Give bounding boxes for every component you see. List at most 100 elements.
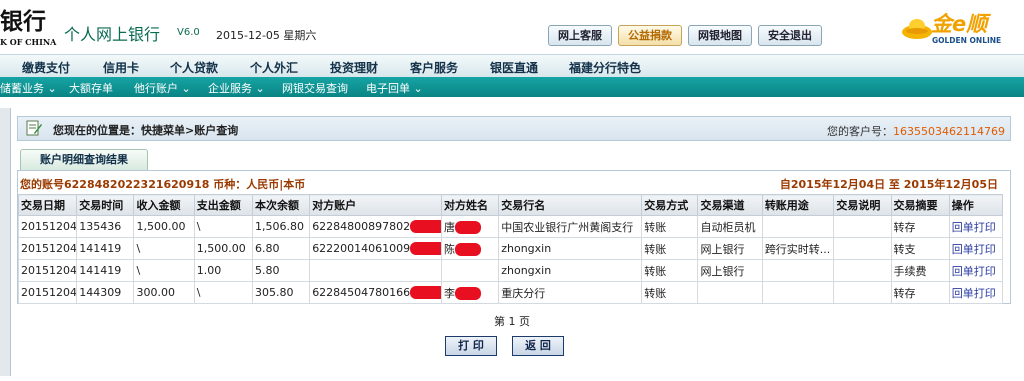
left-sidebar-collapsed[interactable] bbox=[0, 108, 11, 376]
back-button[interactable]: 返 回 bbox=[512, 336, 564, 356]
charity-donation-button[interactable]: 公益捐款 bbox=[618, 25, 682, 46]
cell-text: 转存 bbox=[893, 286, 916, 300]
cell-text: 转账 bbox=[644, 220, 667, 234]
redaction-mark bbox=[410, 286, 441, 300]
cell-text: 135436 bbox=[79, 220, 122, 233]
cell-expense: \ bbox=[193, 281, 253, 304]
account-info: 您的账号6228482022321620918 币种：人民币|本币 bbox=[20, 178, 306, 191]
cell-text[interactable]: 回单打印 bbox=[952, 287, 996, 300]
cell-text: zhongxin bbox=[501, 242, 552, 255]
cell-purpose bbox=[761, 215, 835, 238]
subnav-e-receipt[interactable]: 电子回单 ⌄ bbox=[366, 80, 423, 96]
cell-channel: 网上银行 bbox=[697, 237, 763, 260]
cell-text[interactable]: 回单打印 bbox=[952, 243, 996, 256]
cell-text: \ bbox=[136, 264, 141, 277]
system-version: V6.0 bbox=[177, 27, 200, 38]
column-header: 交易渠道 bbox=[697, 194, 763, 216]
sub-nav: 储蓄业务 ⌄ 大额存单 他行账户 ⌄ 企业服务 ⌄ 网银交易查询 电子回单 ⌄ bbox=[0, 77, 1024, 97]
cell-expense: 1,500.00 bbox=[193, 237, 253, 260]
cell-text: 20151204 bbox=[21, 220, 77, 233]
cell-text[interactable]: 回单打印 bbox=[952, 221, 996, 234]
transaction-table: 交易日期 交易时间 收入金额 支出金额 本次余额 对方账户 对方姓名 交易行名 交易方式 交易渠道… bbox=[17, 194, 1004, 304]
nav-item-credit-card[interactable]: 信用卡 bbox=[103, 59, 139, 76]
cell-name: 李 bbox=[440, 281, 500, 304]
cell-date: 20151204 bbox=[17, 215, 78, 238]
cell-action[interactable]: 回单打印 bbox=[948, 215, 1004, 238]
cell-text: 1,500.00 bbox=[136, 220, 186, 233]
cell-text: 李 bbox=[444, 286, 455, 300]
cell-note bbox=[833, 259, 892, 282]
redaction-mark bbox=[410, 220, 441, 234]
golden-online-logo: 金e顺 GOLDEN ONLINE bbox=[893, 6, 1023, 50]
cell-text: 6.80 bbox=[254, 242, 280, 255]
document-edit-icon bbox=[26, 120, 42, 136]
nav-item-fujian[interactable]: 福建分行特色 bbox=[569, 59, 641, 76]
current-date: 2015-12-05 星期六 bbox=[216, 29, 317, 42]
cell-text: 62284504780166 bbox=[312, 285, 411, 299]
cell-note bbox=[833, 215, 892, 238]
cell-text: 141419 bbox=[79, 242, 122, 255]
cell-text: 转账 bbox=[644, 286, 667, 300]
column-header: 交易说明 bbox=[833, 194, 892, 216]
cell-name: 唐 bbox=[440, 215, 500, 238]
redaction-mark bbox=[455, 243, 481, 256]
customer-number-value: 1635503462114769 bbox=[893, 125, 1005, 138]
subnav-transaction-query[interactable]: 网银交易查询 bbox=[282, 80, 348, 96]
cell-income: 1,500.00 bbox=[133, 215, 195, 238]
breadcrumb: 您现在的位置是：快捷菜单>账户查询 bbox=[53, 124, 239, 137]
nav-item-payment[interactable]: 缴费支付 bbox=[22, 59, 70, 76]
cell-summary: 手续费 bbox=[890, 259, 950, 282]
cell-channel: 网上银行 bbox=[697, 259, 763, 282]
customer-number-label: 您的客户号： bbox=[827, 125, 894, 138]
cell-text: 手续费 bbox=[893, 264, 927, 278]
subnav-large-deposit[interactable]: 大额存单 bbox=[69, 80, 113, 96]
cell-text: 20151204 bbox=[21, 264, 77, 277]
subnav-other-bank[interactable]: 他行账户 ⌄ bbox=[134, 80, 191, 96]
online-service-button[interactable]: 网上客服 bbox=[548, 25, 612, 46]
cell-text: 转支 bbox=[893, 242, 916, 256]
nav-item-customer-service[interactable]: 客户服务 bbox=[410, 59, 458, 76]
nav-item-medical[interactable]: 银医直通 bbox=[490, 59, 538, 76]
cell-text: 62220014061009 bbox=[312, 241, 411, 255]
cell-text: 1,506.80 bbox=[254, 220, 304, 233]
nav-item-forex[interactable]: 个人外汇 bbox=[250, 59, 298, 76]
cell-time: 135436 bbox=[76, 215, 135, 238]
cell-name bbox=[440, 259, 500, 282]
column-header: 转账用途 bbox=[761, 194, 835, 216]
cell-balance: 6.80 bbox=[251, 237, 311, 260]
nav-item-personal-loan[interactable]: 个人贷款 bbox=[170, 59, 218, 76]
cell-text: 中国农业银行广州黄阁支行 bbox=[501, 220, 634, 234]
cell-expense: \ bbox=[193, 215, 253, 238]
cell-action[interactable]: 回单打印 bbox=[948, 259, 1004, 282]
column-header: 交易时间 bbox=[76, 194, 135, 216]
tab-account-detail-result[interactable]: 账户明细查询结果 bbox=[20, 149, 148, 170]
logout-button[interactable]: 安全退出 bbox=[758, 25, 822, 46]
cell-summary: 转支 bbox=[890, 237, 950, 260]
cell-text: 陈 bbox=[444, 242, 455, 256]
cell-text[interactable]: 回单打印 bbox=[952, 265, 996, 278]
column-header: 本次余额 bbox=[251, 194, 311, 216]
cell-income: 300.00 bbox=[133, 281, 195, 304]
cell-account: 62220014061009 bbox=[309, 237, 442, 260]
cell-action[interactable]: 回单打印 bbox=[948, 281, 1004, 304]
subnav-savings[interactable]: 储蓄业务 ⌄ bbox=[0, 80, 57, 96]
bank-map-button[interactable]: 网银地图 bbox=[688, 25, 752, 46]
cell-balance: 305.80 bbox=[251, 281, 311, 304]
pagination: 第 1 页 bbox=[494, 315, 530, 328]
column-header: 交易日期 bbox=[17, 194, 78, 216]
cell-action[interactable]: 回单打印 bbox=[948, 237, 1004, 260]
account-summary: 您的账号6228482022321620918 币种：人民币|本币 自2015年… bbox=[18, 176, 998, 193]
cell-channel: 自动柜员机 bbox=[697, 215, 763, 238]
bank-logo-english: K OF CHINA bbox=[0, 37, 57, 47]
nav-item-investment[interactable]: 投资理财 bbox=[330, 59, 378, 76]
subnav-enterprise[interactable]: 企业服务 ⌄ bbox=[208, 80, 265, 96]
cell-text: 转账 bbox=[644, 242, 667, 256]
cell-income: \ bbox=[133, 237, 195, 260]
cell-text: 300.00 bbox=[136, 286, 175, 299]
cell-text: 1.00 bbox=[196, 264, 222, 277]
cell-text: \ bbox=[196, 286, 201, 299]
cell-text: 305.80 bbox=[254, 286, 294, 299]
cell-text: 1,500.00 bbox=[196, 242, 246, 255]
print-button[interactable]: 打 印 bbox=[445, 336, 497, 356]
column-header: 操作 bbox=[948, 194, 1004, 216]
